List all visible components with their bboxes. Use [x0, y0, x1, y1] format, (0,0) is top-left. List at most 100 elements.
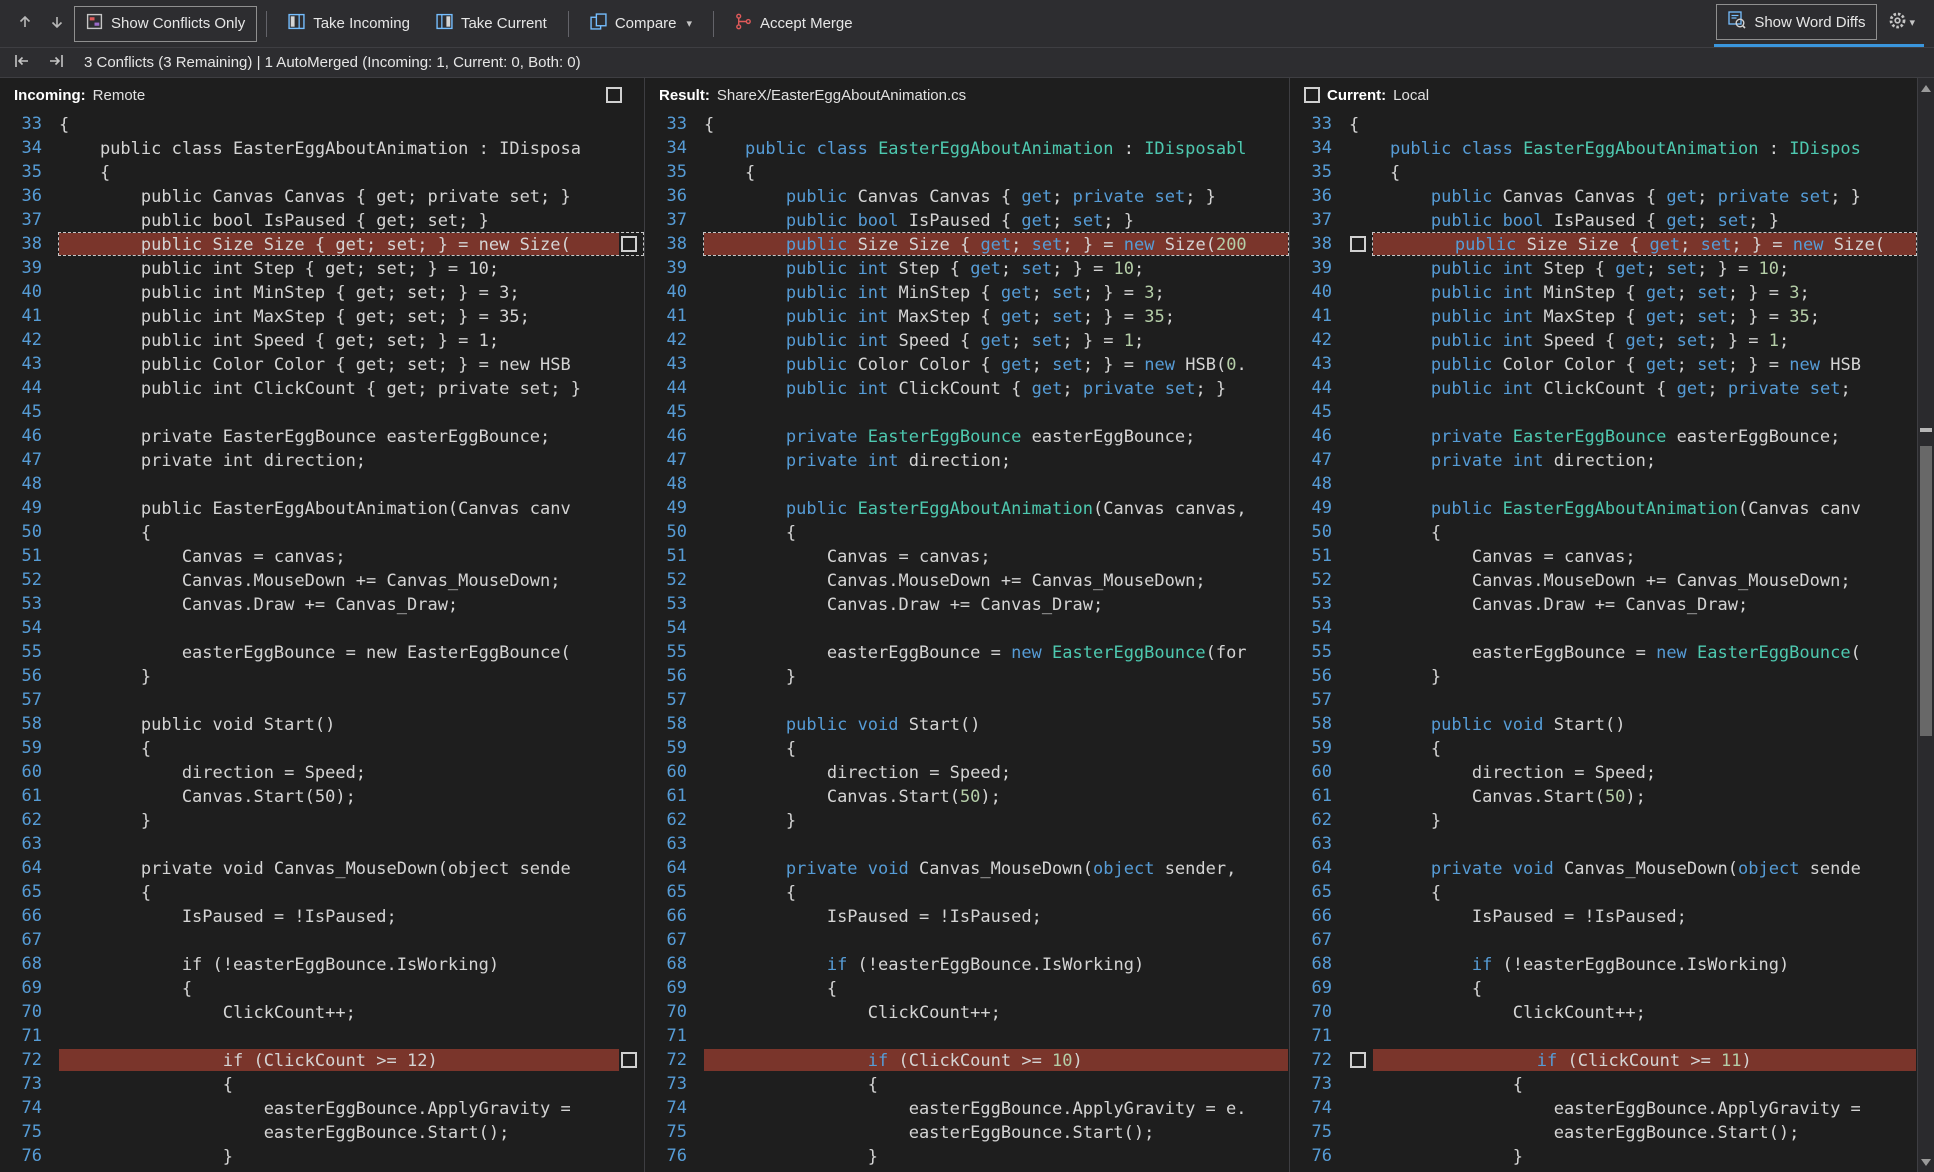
line-number: 76 — [666, 1146, 687, 1166]
conflict-checkbox[interactable] — [621, 1052, 637, 1068]
code-line: 46 private EasterEggBounce easterEggBoun… — [645, 424, 1289, 448]
incoming-pane-header: Incoming: Remote — [0, 78, 644, 112]
code-line-text: public int Step { get; set; } = 10; — [1430, 259, 1790, 279]
code-line: 45 — [1290, 400, 1917, 424]
code-line: 47 private int direction; — [1290, 448, 1917, 472]
line-number: 76 — [1311, 1146, 1332, 1166]
current-pane: Current: Local 33 {34 public class Easter… — [1290, 78, 1918, 1172]
merge-editor: Incoming: Remote 33 {34 public class East… — [0, 78, 1934, 1172]
code-line: 76 } — [0, 1144, 644, 1168]
code-line: 40 public int MinStep { get; set; } = 3; — [645, 280, 1289, 304]
code-line-text: IsPaused = !IsPaused; — [59, 907, 397, 927]
code-line: 68 if (!easterEggBounce.IsWorking) — [0, 952, 644, 976]
line-number: 49 — [21, 498, 42, 518]
code-line: 72 if (ClickCount >= 11) — [1290, 1048, 1917, 1072]
conflicts-filter-icon — [86, 13, 103, 34]
gear-icon — [1888, 11, 1907, 33]
current-header-checkbox[interactable] — [1304, 87, 1320, 103]
code-line-text: private EasterEggBounce easterEggBounce; — [59, 427, 551, 447]
vertical-scrollbar[interactable] — [1918, 78, 1934, 1172]
conflict-line-text: public Size Size { get; set; } = new Siz… — [704, 233, 1288, 255]
go-to-first-conflict-button[interactable] — [6, 47, 38, 78]
incoming-header-checkbox[interactable] — [606, 87, 622, 103]
code-line: 49 public EasterEggAboutAnimation(Canvas… — [1290, 496, 1917, 520]
line-number: 42 — [1311, 330, 1332, 350]
take-incoming-icon — [288, 13, 305, 34]
line-number: 68 — [666, 954, 687, 974]
line-number: 64 — [1311, 858, 1332, 878]
toolbar-separator — [713, 10, 715, 37]
code-line: 50 { — [1290, 520, 1917, 544]
code-line: 41 public int MaxStep { get; set; } = 35… — [1290, 304, 1917, 328]
code-line-text: private EasterEggBounce easterEggBounce; — [1430, 427, 1841, 447]
conflict-checkbox[interactable] — [1350, 1052, 1366, 1068]
code-line: 44 public int ClickCount { get; private … — [645, 376, 1289, 400]
code-line: 48 — [0, 472, 644, 496]
code-line: 57 — [0, 688, 644, 712]
code-line-text: { — [1349, 1075, 1523, 1095]
conflict-line-text: if (ClickCount >= 12) — [59, 1049, 619, 1071]
code-line-text: direction = Speed; — [59, 763, 367, 783]
compare-label: Compare — [614, 15, 677, 32]
line-number: 63 — [1311, 834, 1332, 854]
compare-button[interactable]: Compare ▾ — [578, 6, 704, 42]
code-line-text: if (!easterEggBounce.IsWorking) — [826, 955, 1145, 975]
settings-button[interactable]: ▾ — [1881, 5, 1922, 39]
code-line-text: { — [704, 115, 715, 135]
show-conflicts-only-button[interactable]: Show Conflicts Only — [74, 5, 258, 42]
conflict-checkbox[interactable] — [621, 236, 637, 252]
code-line: 63 — [0, 832, 644, 856]
code-line: 68 if (!easterEggBounce.IsWorking) — [1290, 952, 1917, 976]
line-number: 43 — [21, 354, 42, 374]
code-line: 35 { — [1290, 160, 1917, 184]
conflict-checkbox[interactable] — [1350, 236, 1366, 252]
line-number: 58 — [1311, 714, 1332, 734]
scrollbar-thumb[interactable] — [1920, 446, 1932, 736]
line-number: 38 — [666, 234, 687, 254]
line-number: 45 — [666, 402, 687, 422]
incoming-code-editor[interactable]: 33 {34 public class EasterEggAboutAnimati… — [0, 112, 644, 1172]
code-line-text: { — [704, 739, 797, 759]
accept-merge-button[interactable]: Accept Merge — [723, 6, 865, 42]
code-line: 59 { — [1290, 736, 1917, 760]
code-line: 71 — [1290, 1024, 1917, 1048]
scroll-down-button[interactable] — [1918, 1154, 1934, 1170]
code-line-text: public int Speed { get; set; } = 1; — [785, 331, 1145, 351]
line-number: 74 — [1311, 1098, 1332, 1118]
line-number: 46 — [666, 426, 687, 446]
line-number: 45 — [1311, 402, 1332, 422]
code-line: 66 IsPaused = !IsPaused; — [0, 904, 644, 928]
line-number: 73 — [1311, 1074, 1332, 1094]
take-current-button[interactable]: Take Current — [424, 6, 559, 42]
line-number: 65 — [21, 882, 42, 902]
line-number: 41 — [666, 306, 687, 326]
line-number: 51 — [666, 546, 687, 566]
previous-conflict-button[interactable] — [10, 8, 40, 39]
toolbar: Show Conflicts Only Take Incoming Take C… — [0, 0, 1934, 48]
line-number: 43 — [666, 354, 687, 374]
code-line: 55 easterEggBounce = new EasterEggBounce… — [0, 640, 644, 664]
line-number: 38 — [1311, 234, 1332, 254]
take-incoming-button[interactable]: Take Incoming — [276, 6, 422, 42]
line-number: 47 — [1311, 450, 1332, 470]
code-line-text: { — [1349, 883, 1442, 903]
code-line: 34 public class EasterEggAboutAnimation … — [645, 136, 1289, 160]
go-to-last-conflict-button[interactable] — [40, 47, 72, 78]
line-number: 42 — [21, 330, 42, 350]
next-conflict-button[interactable] — [42, 8, 72, 39]
scroll-up-button[interactable] — [1918, 80, 1934, 96]
show-word-diffs-button[interactable]: Show Word Diffs — [1716, 4, 1878, 40]
line-number: 55 — [1311, 642, 1332, 662]
line-number: 66 — [21, 906, 42, 926]
line-number: 39 — [666, 258, 687, 278]
code-line: 39 public int Step { get; set; } = 10; — [1290, 256, 1917, 280]
current-code-editor[interactable]: 33 {34 public class EasterEggAboutAnimati… — [1290, 112, 1917, 1172]
line-number: 59 — [21, 738, 42, 758]
result-code-editor[interactable]: 33 {34 public class EasterEggAboutAnimati… — [645, 112, 1289, 1172]
code-line-text: { — [59, 979, 193, 999]
code-line-text: public Canvas Canvas { get; private set;… — [1430, 187, 1861, 207]
code-line: 38 public Size Size { get; set; } = new … — [1290, 232, 1917, 256]
code-line: 59 { — [0, 736, 644, 760]
